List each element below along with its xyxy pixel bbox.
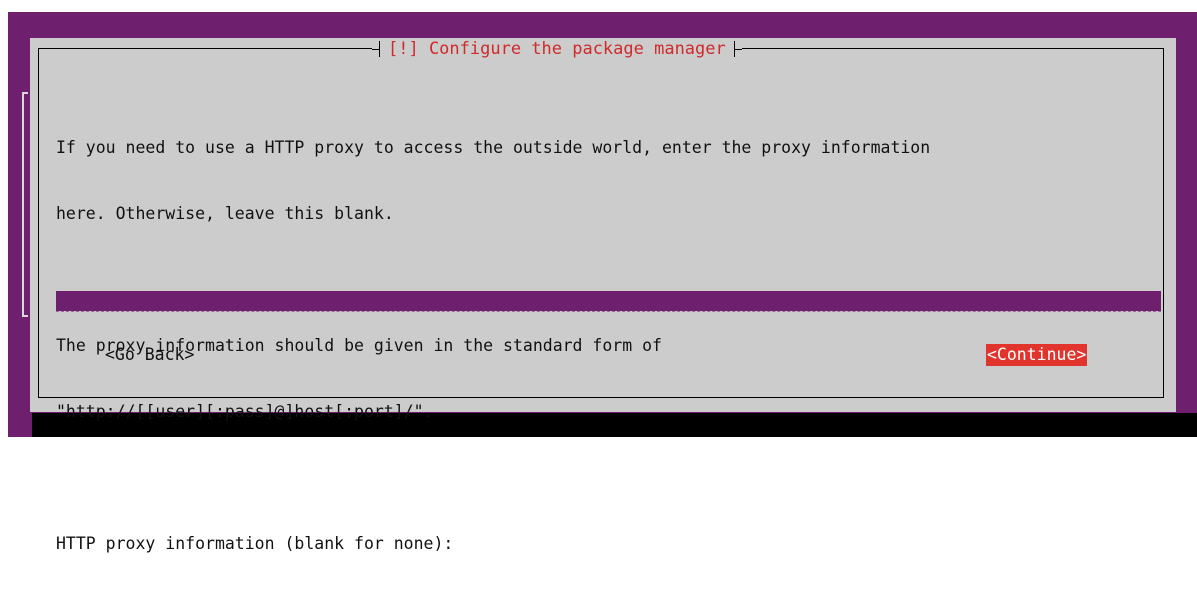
proxy-description-line-1: If you need to use a HTTP proxy to acces… — [56, 138, 931, 157]
continue-button[interactable]: <Continue> — [986, 344, 1088, 366]
go-back-button[interactable]: <Go Back> — [104, 344, 195, 366]
proxy-input-underline — [56, 311, 1161, 317]
title-left-cap — [372, 38, 382, 60]
proxy-prompt: HTTP proxy information (blank for none): — [56, 534, 454, 553]
dialog-title-bar: [!] Configure the package manager — [372, 38, 742, 60]
background-dialog-edge — [22, 92, 28, 317]
proxy-description-line-2: here. Otherwise, leave this blank. — [56, 204, 394, 223]
dialog-title: [!] Configure the package manager — [388, 39, 726, 59]
screen: [!] Configure the package manager If you… — [0, 0, 1197, 553]
proxy-input[interactable] — [56, 291, 1161, 311]
configure-package-manager-dialog: [!] Configure the package manager If you… — [30, 38, 1176, 553]
proxy-format-line-2: "http://[[user][:pass]@]host[:port]/". — [56, 402, 434, 421]
title-right-cap — [732, 38, 742, 60]
